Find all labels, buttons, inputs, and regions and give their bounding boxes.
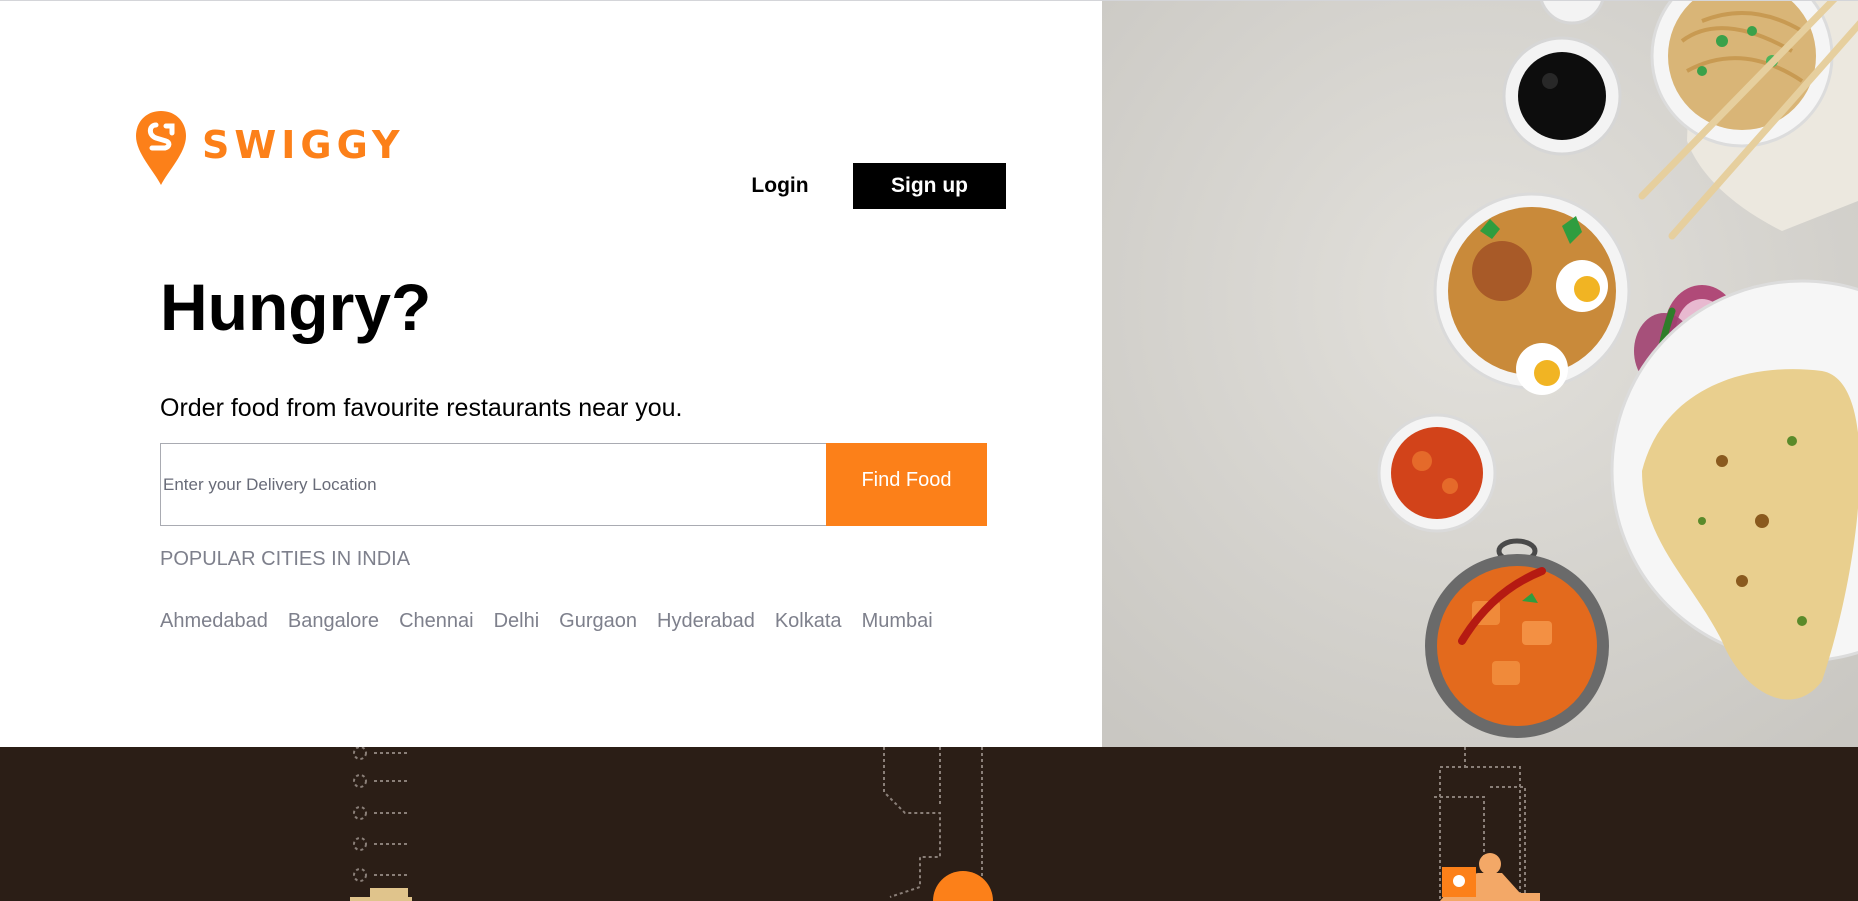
footer-illustration-band [0,747,1858,901]
city-link-kolkata[interactable]: Kolkata [775,610,842,633]
city-link-gurgaon[interactable]: Gurgaon [559,610,637,633]
popular-cities-title: POPULAR CITIES IN INDIA [160,548,411,570]
hero-subtitle: Order food from favourite restaurants ne… [160,394,683,422]
city-link-ahmedabad[interactable]: Ahmedabad [160,610,268,633]
food-hero-image [1102,1,1858,747]
popular-cities-list: Ahmedabad Bangalore Chennai Delhi Gurgao… [160,610,933,633]
city-link-bangalore[interactable]: Bangalore [288,610,379,633]
brand-name: SWIGGY [202,123,405,167]
delivery-illustration [350,747,1540,901]
swiggy-logo[interactable]: SWIGGY [134,109,404,187]
food-illustration [1102,1,1858,747]
location-search-box [160,443,827,526]
login-button[interactable]: Login [735,163,825,209]
swiggy-pin-logo-icon [136,111,186,185]
curry-bowl [1377,413,1497,533]
signup-button[interactable]: Sign up [853,163,1006,209]
find-food-button[interactable]: Find Food [826,443,987,526]
hero-title: Hungry? [160,270,432,344]
city-link-mumbai[interactable]: Mumbai [862,610,933,633]
delivery-location-input[interactable] [161,444,826,525]
city-link-chennai[interactable]: Chennai [399,610,474,633]
hero-section: SWIGGY Login Sign up Hungry? Order food … [0,1,1102,747]
sauce-bowl [1502,36,1622,156]
city-link-delhi[interactable]: Delhi [494,610,540,633]
city-link-hyderabad[interactable]: Hyderabad [657,610,755,633]
